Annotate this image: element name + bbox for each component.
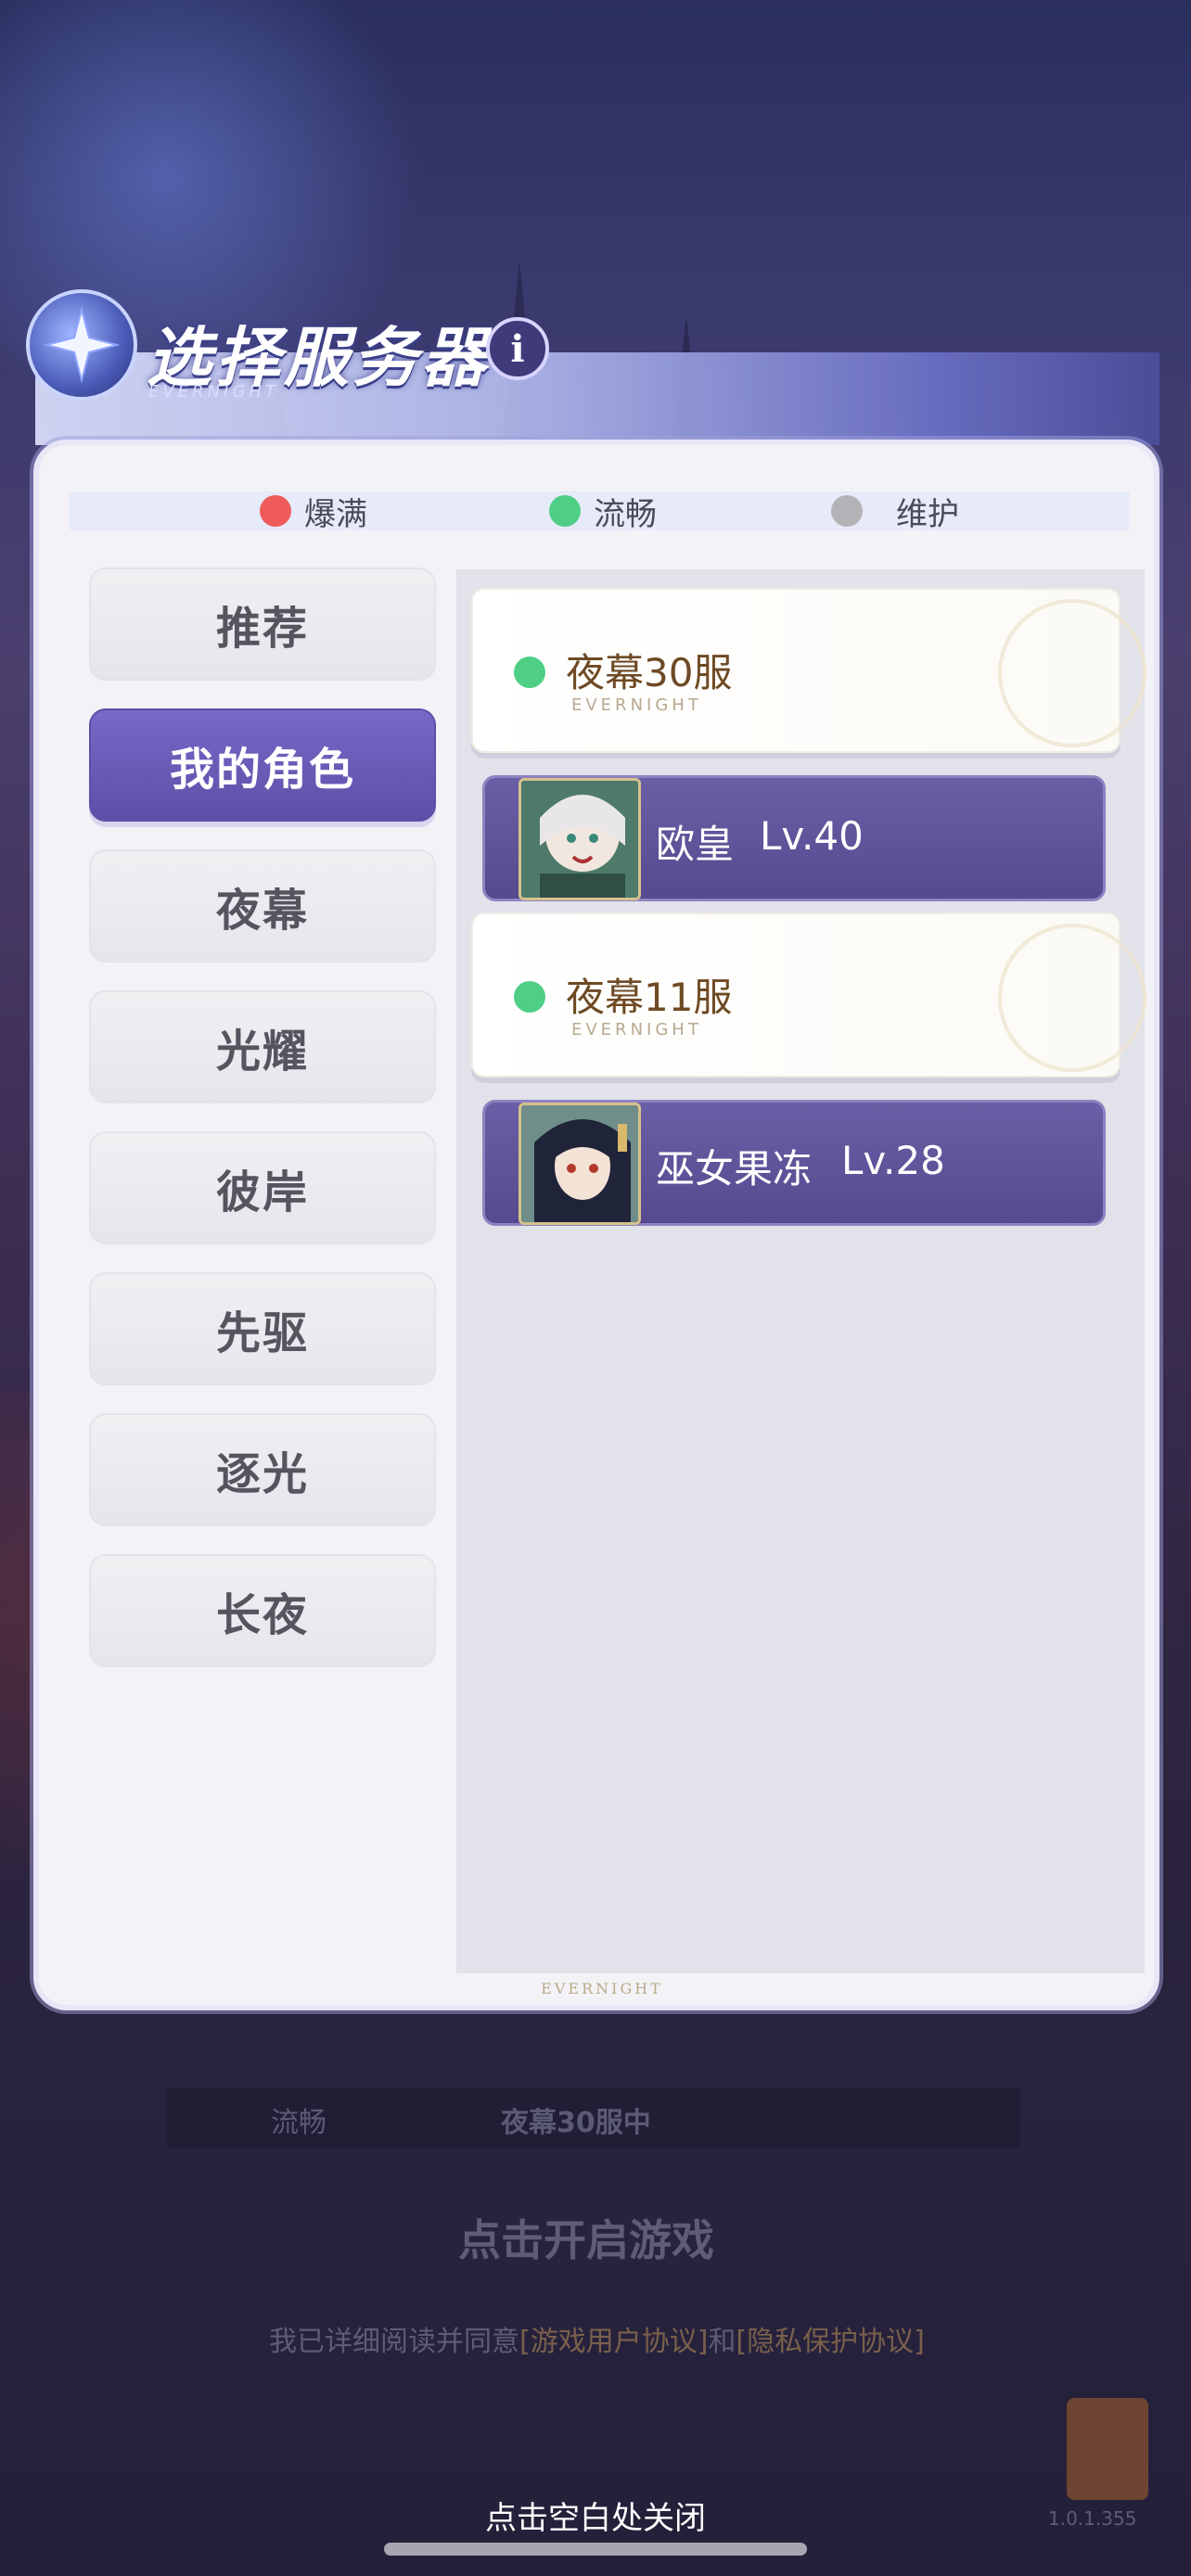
tab-changye[interactable]: 长夜 bbox=[89, 1554, 436, 1667]
maintenance-status-icon bbox=[831, 495, 863, 527]
compass-decoration-icon bbox=[998, 599, 1146, 747]
legend-full: 爆满 bbox=[260, 491, 367, 533]
home-indicator[interactable] bbox=[384, 2543, 807, 2556]
tab-bian[interactable]: 彼岸 bbox=[89, 1131, 436, 1244]
smooth-status-icon bbox=[514, 657, 545, 688]
server-name: 夜幕11服 bbox=[566, 975, 733, 1020]
background-status-label: 流畅 bbox=[271, 2107, 327, 2139]
tab-xianqu[interactable]: 先驱 bbox=[89, 1272, 436, 1385]
tab-zhuguang[interactable]: 逐光 bbox=[89, 1413, 436, 1526]
tab-recommended[interactable]: 推荐 bbox=[89, 567, 436, 681]
panel-footer: EVERNIGHT bbox=[541, 1980, 663, 1997]
full-status-icon bbox=[260, 495, 291, 527]
server-name: 夜幕30服 bbox=[566, 650, 733, 695]
legend-maintenance: 维护 bbox=[831, 491, 959, 533]
compass-decoration-icon bbox=[998, 924, 1146, 1072]
info-button[interactable]: i bbox=[486, 317, 549, 380]
server-list[interactable]: 夜幕30服 EVERNIGHT 欧皇 Lv.40 夜幕11服 EVERNIGHT… bbox=[456, 569, 1146, 1973]
white-haired-elf-avatar bbox=[519, 778, 641, 900]
dialog-subtitle: EVERNIGHT bbox=[148, 382, 279, 402]
server-card[interactable]: 夜幕11服 EVERNIGHT bbox=[471, 912, 1146, 1078]
dialog-header: 选择服务器 EVERNIGHT i bbox=[26, 289, 601, 410]
close-hint[interactable]: 点击空白处关闭 bbox=[0, 2493, 1191, 2538]
tab-guangyao[interactable]: 光耀 bbox=[89, 990, 436, 1103]
legend-label: 爆满 bbox=[304, 495, 367, 533]
character-level: Lv.40 bbox=[760, 813, 864, 859]
status-legend: 爆满 流畅 维护 bbox=[69, 491, 1130, 533]
character-name: 欧皇 bbox=[656, 822, 735, 867]
legend-smooth: 流畅 bbox=[549, 491, 657, 533]
smooth-status-icon bbox=[549, 495, 581, 527]
legend-label: 流畅 bbox=[594, 495, 657, 533]
background-start-game: 点击开启游戏 bbox=[458, 2215, 714, 2265]
server-subtitle: EVERNIGHT bbox=[571, 1020, 702, 1039]
background-current-server: 夜幕30服中 bbox=[501, 2107, 651, 2139]
character-row[interactable]: 欧皇 Lv.40 bbox=[482, 775, 1106, 901]
smooth-status-icon bbox=[514, 981, 545, 1013]
dark-haired-girl-avatar bbox=[519, 1103, 641, 1225]
compass-star-icon bbox=[26, 289, 137, 401]
background-agreement: 我已详细阅读并同意[游戏用户协议]和[隐私保护协议] bbox=[269, 2326, 925, 2358]
server-select-panel: 爆满 流畅 维护 推荐 我的角色 夜幕 光耀 彼岸 先驱 逐光 长夜 夜幕30服… bbox=[33, 440, 1159, 2010]
age-rating-icon bbox=[1067, 2398, 1148, 2500]
character-level: Lv.28 bbox=[841, 1138, 945, 1183]
character-name: 巫女果冻 bbox=[656, 1146, 813, 1192]
character-row[interactable]: 巫女果冻 Lv.28 bbox=[482, 1100, 1106, 1226]
server-card[interactable]: 夜幕30服 EVERNIGHT bbox=[471, 588, 1146, 753]
tab-yemu[interactable]: 夜幕 bbox=[89, 849, 436, 963]
background-status-row: 流畅 夜幕30服中 bbox=[167, 2088, 1020, 2148]
tab-my-characters[interactable]: 我的角色 bbox=[89, 708, 436, 822]
legend-label: 维护 bbox=[896, 495, 959, 533]
server-subtitle: EVERNIGHT bbox=[571, 695, 702, 715]
